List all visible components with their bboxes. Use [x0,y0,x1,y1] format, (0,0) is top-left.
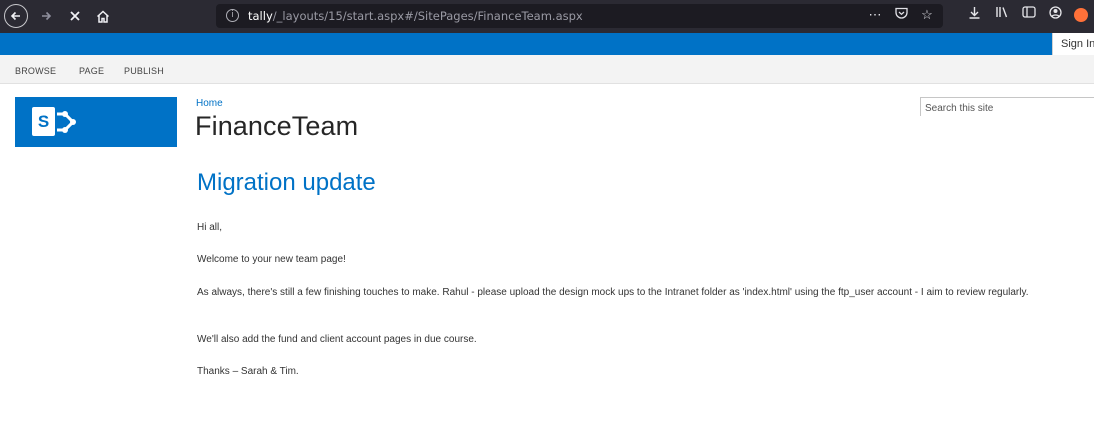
suite-bar: Sign In [0,33,1094,55]
sharepoint-logo-icon: S [32,107,55,136]
bookmark-star-icon[interactable]: ☆ [919,7,935,23]
download-icon[interactable] [966,6,983,22]
browser-toolbar: i tally/_layouts/15/start.aspx#/SitePage… [0,0,1094,33]
more-actions-icon[interactable]: ⋯ [867,7,883,23]
content-paragraph: Hi all, [197,222,223,233]
sign-in-link[interactable]: Sign In [1052,33,1094,55]
home-icon[interactable] [92,4,114,28]
content-paragraph: Welcome to your new team page! [197,254,346,265]
account-icon[interactable] [1047,6,1064,22]
search-input[interactable] [921,100,1094,117]
tab-page[interactable]: PAGE [79,66,104,76]
content-paragraph: Thanks – Sarah & Tim. [197,366,299,377]
url-host: tally [248,9,273,23]
site-search [920,97,1094,117]
pocket-icon[interactable] [893,7,909,23]
tab-publish[interactable]: PUBLISH [124,66,164,76]
tab-browse[interactable]: BROWSE [15,66,56,76]
page-title: Migration update [197,169,376,196]
site-logo[interactable]: S [15,97,177,147]
address-bar[interactable]: i tally/_layouts/15/start.aspx#/SitePage… [216,4,943,28]
url-path: /_layouts/15/start.aspx#/SitePages/Finan… [272,9,583,23]
extension-icon[interactable] [1074,8,1088,22]
content-paragraph: We'll also add the fund and client accou… [197,334,477,345]
stop-loading-icon[interactable] [64,4,86,28]
info-icon[interactable]: i [226,9,239,22]
site-title[interactable]: FinanceTeam [195,111,358,142]
library-icon[interactable] [993,6,1010,22]
sidebar-icon[interactable] [1020,6,1037,22]
breadcrumb-home[interactable]: Home [196,98,223,109]
sharepoint-share-icon [57,111,76,133]
ribbon: BROWSE PAGE PUBLISH [0,55,1094,84]
content-paragraph: As always, there's still a few finishing… [197,287,1029,298]
back-arrow-icon[interactable] [4,4,28,28]
forward-arrow-icon[interactable] [37,4,55,28]
url-text[interactable]: tally/_layouts/15/start.aspx#/SitePages/… [248,9,583,23]
